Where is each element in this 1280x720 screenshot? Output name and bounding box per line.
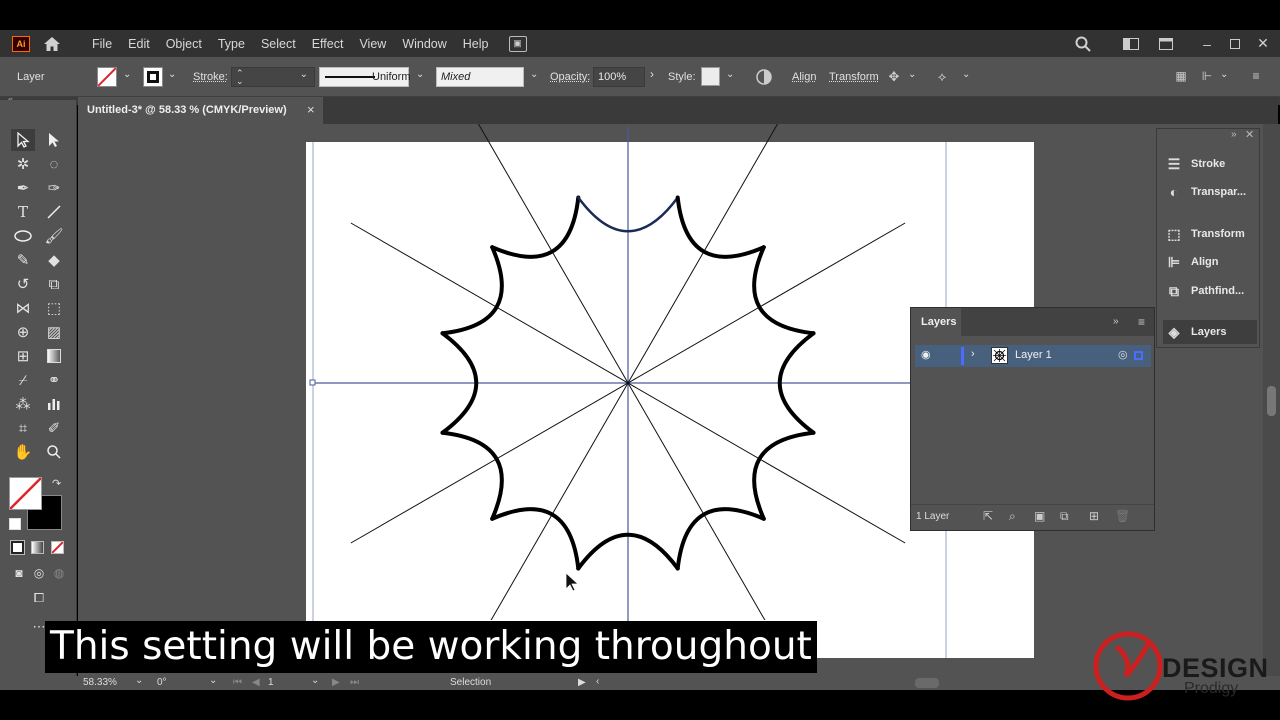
dock-collapse-icon[interactable]: » <box>1231 129 1237 140</box>
vertical-scroll-thumb[interactable] <box>1267 386 1276 416</box>
flower-petal-arc[interactable] <box>440 430 504 521</box>
last-artboard-icon[interactable]: ⏭ <box>350 677 359 688</box>
status-menu-arrow-icon[interactable]: ▶ <box>578 677 586 688</box>
dock-item-transparency[interactable]: ◐ Transpar... <box>1163 180 1257 204</box>
locate-object-icon[interactable]: ⌕ <box>1009 509 1016 524</box>
dock-item-transform[interactable]: ⬚ Transform <box>1163 222 1257 246</box>
transparency-icon: ◐ <box>1169 184 1179 200</box>
expand-chevron-icon[interactable]: › <box>971 348 975 360</box>
layer-thumbnail <box>991 347 1008 364</box>
tab-layers[interactable]: Layers <box>911 308 961 336</box>
dock-item-stroke[interactable]: ☰ Stroke <box>1163 152 1257 176</box>
layers-panel-footer: 1 Layer ⇱ ⌕ ▣ ⧉ ⊞ 🗑 <box>911 504 1154 530</box>
dock-item-layers[interactable]: ◈ Layers <box>1163 320 1257 344</box>
design-prodigy-logo: DESIGN Prodigy <box>1092 630 1272 702</box>
align-icon: ⊫ <box>1167 253 1181 270</box>
dock-item-label: Pathfind... <box>1191 285 1245 297</box>
zoom-dropdown-icon[interactable]: ⌄ <box>135 675 143 686</box>
dock-item-align[interactable]: ⊫ Align <box>1163 250 1257 274</box>
flower-petal-arc[interactable] <box>490 507 581 571</box>
artboard-dropdown-icon[interactable]: ⌄ <box>311 675 319 686</box>
transform-icon: ⬚ <box>1167 225 1181 242</box>
anchor-handle[interactable] <box>309 379 316 386</box>
layer-color-bar <box>961 347 964 365</box>
flower-petal-arc[interactable] <box>440 245 504 336</box>
rotation-value[interactable]: 0° <box>157 677 167 688</box>
logo-sub-text: Prodigy <box>1184 680 1239 697</box>
dock-item-pathfinder[interactable]: ⧉ Pathfind... <box>1163 279 1257 303</box>
dock-item-label: Transpar... <box>1191 186 1247 198</box>
layer-name[interactable]: Layer 1 <box>1015 349 1052 361</box>
panel-dock: » ✕ ☰ Stroke ◐ Transpar... ⬚ Transform ⊫ Ali… <box>1156 128 1260 348</box>
dock-close-icon[interactable]: ✕ <box>1245 128 1254 141</box>
current-tool-label: Selection <box>450 677 492 688</box>
zoom-level[interactable]: 58.33% <box>83 677 117 688</box>
clipping-mask-icon[interactable]: ▣ <box>1034 509 1045 523</box>
selection-indicator[interactable] <box>1134 351 1143 360</box>
horizontal-scroll-thumb[interactable] <box>915 678 939 688</box>
panel-menu-icon[interactable]: ≡ <box>1138 315 1145 329</box>
layers-panel-header: Layers » ≡ <box>911 308 1154 336</box>
panel-collapse-icon[interactable]: » <box>1113 316 1119 327</box>
fill-color-box[interactable] <box>9 477 42 510</box>
delete-layer-icon[interactable]: 🗑 <box>1115 509 1130 523</box>
dock-item-label: Stroke <box>1191 158 1226 170</box>
flower-petal-arc[interactable] <box>752 430 816 521</box>
visibility-eye-icon[interactable]: ◉ <box>921 348 931 361</box>
flower-petal-arc[interactable] <box>752 245 816 336</box>
new-sublayer-icon[interactable]: ⧉ <box>1060 509 1069 524</box>
scroll-left-icon[interactable]: ‹ <box>596 676 599 687</box>
target-icon[interactable]: ◎ <box>1118 348 1128 361</box>
new-layer-icon[interactable]: ⊞ <box>1089 509 1099 523</box>
export-icon[interactable]: ⇱ <box>983 509 993 523</box>
flower-petal-arc[interactable] <box>675 195 766 259</box>
next-artboard-icon[interactable]: ▶ <box>332 677 340 688</box>
stroke-icon: ☰ <box>1167 155 1181 172</box>
flower-petal-arc[interactable] <box>675 507 766 571</box>
layer-count: 1 Layer <box>916 511 950 522</box>
dock-item-label: Transform <box>1191 228 1245 240</box>
flower-petal-arc[interactable] <box>490 195 581 259</box>
mouse-cursor <box>565 572 580 592</box>
previous-artboard-icon[interactable]: ◀ <box>252 677 260 688</box>
artboard-number[interactable]: 1 <box>268 677 274 688</box>
vertical-scrollbar[interactable] <box>1263 124 1280 676</box>
video-subtitle: This setting will be working throughout <box>45 621 817 673</box>
dock-item-label: Layers <box>1191 326 1227 338</box>
layers-icon: ◈ <box>1168 323 1180 340</box>
dock-item-label: Align <box>1191 256 1219 268</box>
first-artboard-icon[interactable]: ⏮ <box>233 677 242 688</box>
rotation-dropdown-icon[interactable]: ⌄ <box>209 675 217 686</box>
layers-panel: Layers » ≡ ◉ › Layer 1 ◎ 1 Layer ⇱ ⌕ ▣ ⧉… <box>910 307 1155 531</box>
status-bar: 58.33% ⌄ 0° ⌄ ⏮ ◀ 1 ⌄ ▶ ⏭ Selection ▶ ‹ <box>0 675 1280 690</box>
layer-row[interactable]: ◉ › Layer 1 ◎ <box>915 345 1151 367</box>
pathfinder-icon: ⧉ <box>1169 282 1179 299</box>
